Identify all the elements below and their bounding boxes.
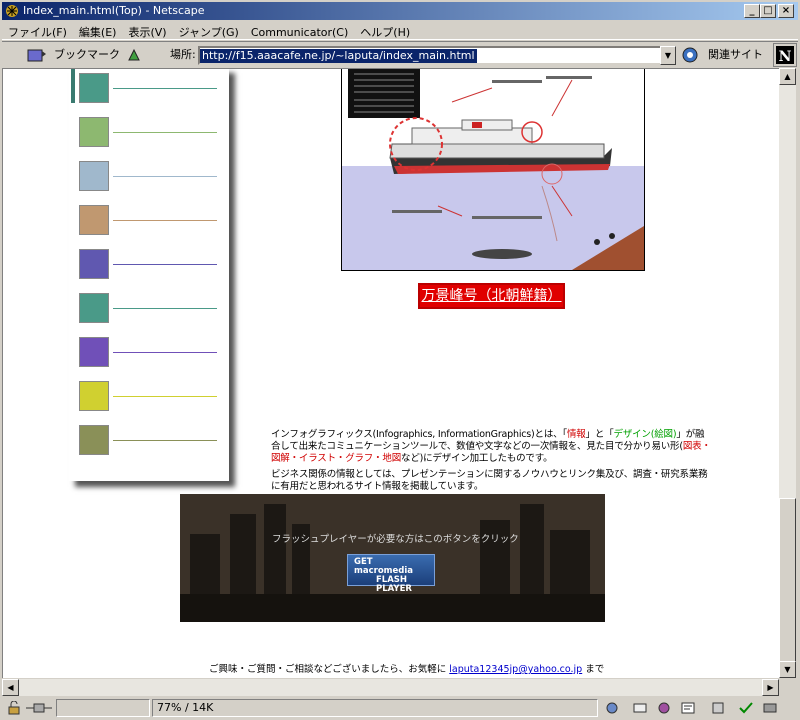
vertical-scrollbar[interactable]: ▲ ▼	[779, 68, 796, 678]
maximize-button[interactable]: □	[760, 4, 776, 18]
check-icon[interactable]	[738, 701, 754, 715]
discussion-icon[interactable]	[656, 701, 672, 715]
flash-button-line3: PLAYER	[376, 584, 412, 594]
url-input[interactable]: http://f15.aaacafe.ne.jp/~laputa/index_m…	[198, 46, 662, 65]
progress-cell	[56, 699, 150, 717]
related-sites-button[interactable]: 関連サイト	[708, 46, 763, 64]
composer-icon[interactable]	[680, 701, 696, 715]
contact-footer: ご興味・ご質問・ご相談などございましたら、お気軽に laputa12345jp@…	[209, 661, 604, 675]
menu-file[interactable]: ファイル(F)	[2, 21, 73, 39]
nav-square-1[interactable]	[79, 73, 109, 103]
nav-line-1	[113, 88, 217, 89]
offline-icon[interactable]	[762, 701, 778, 715]
ship-link-text: 万景峰号（北朝鮮籍）	[421, 288, 562, 304]
nav-square-5[interactable]	[79, 249, 109, 279]
location-icon	[128, 48, 140, 61]
url-dropdown-button[interactable]: ▼	[660, 46, 676, 65]
side-navigation	[69, 69, 229, 481]
nav-line-7	[113, 352, 217, 353]
intro-paragraph: インフォグラフィックス(Infographics, InformationGra…	[271, 429, 711, 465]
intro-text-info: 情報	[567, 429, 586, 440]
menu-edit[interactable]: 編集(E)	[73, 21, 123, 39]
intro-text-design: デザイン(絵図)	[613, 429, 677, 440]
nav-square-2[interactable]	[79, 117, 109, 147]
business-paragraph: ビジネス関係の情報としては、プレゼンテーションに関するノウハウとリンク集及び、調…	[271, 469, 708, 492]
address-book-icon[interactable]	[710, 701, 726, 715]
flash-caption: フラッシュプレイヤーが必要な方はこのボタンをクリック	[272, 534, 519, 545]
status-text: 77% / 14K	[152, 699, 598, 717]
scroll-thumb[interactable]	[779, 498, 796, 676]
intro-text-c: 」と「	[585, 429, 614, 440]
connection-icon	[26, 703, 52, 713]
status-bar: 77% / 14K	[2, 698, 798, 718]
nav-line-3	[113, 176, 217, 177]
mail-icon[interactable]	[632, 701, 648, 715]
scroll-left-button[interactable]: ◀	[2, 679, 19, 696]
nav-square-3[interactable]	[79, 161, 109, 191]
scroll-down-button[interactable]: ▼	[779, 661, 796, 678]
nav-line-2	[113, 132, 217, 133]
get-flash-player-button[interactable]: GET macromedia FLASH PLAYER	[347, 554, 435, 594]
netscape-window: Index_main.html(Top) - Netscape _ □ × ファ…	[0, 0, 800, 720]
nav-line-6	[113, 308, 217, 309]
menu-go[interactable]: ジャンプ(G)	[173, 21, 245, 39]
ship-infographic	[341, 69, 645, 271]
nav-line-9	[113, 440, 217, 441]
intro-text-a: インフォグラフィックス(Infographics, InformationGra…	[271, 429, 567, 440]
network-icon[interactable]	[604, 701, 620, 715]
netscape-app-icon	[6, 5, 18, 17]
bookmark-icon[interactable]	[26, 47, 48, 63]
flash-banner: フラッシュプレイヤーが必要な方はこのボタンをクリック GET macromedi…	[180, 494, 605, 622]
url-text: http://f15.aaacafe.ne.jp/~laputa/index_m…	[200, 49, 477, 63]
nav-line-4	[113, 220, 217, 221]
page-content: 万景峰号（北朝鮮籍） インフォグラフィックス(Infographics, Inf…	[2, 68, 779, 678]
footer-suffix: まで	[585, 664, 605, 675]
ship-link[interactable]: 万景峰号（北朝鮮籍）	[417, 282, 566, 310]
flash-button-line1: GET macromedia	[354, 557, 414, 576]
scroll-up-button[interactable]: ▲	[779, 68, 796, 85]
nav-square-7[interactable]	[79, 337, 109, 367]
related-icon[interactable]	[682, 47, 698, 63]
menu-communicator[interactable]: Communicator(C)	[245, 23, 354, 41]
netscape-logo: N	[773, 43, 797, 67]
bookmarks-button[interactable]: ブックマーク	[54, 46, 120, 64]
nav-square-4[interactable]	[79, 205, 109, 235]
nav-line-5	[113, 264, 217, 265]
scroll-right-button[interactable]: ▶	[762, 679, 779, 696]
menu-view[interactable]: 表示(V)	[122, 21, 172, 39]
location-toolbar: ブックマーク 場所: http://f15.aaacafe.ne.jp/~lap…	[2, 41, 798, 67]
title-bar: Index_main.html(Top) - Netscape _ □ ×	[2, 2, 798, 20]
email-link[interactable]: laputa12345jp@yahoo.co.jp	[449, 664, 582, 675]
footer-text: ご興味・ご質問・ご相談などございましたら、お気軽に	[209, 664, 447, 675]
ship-illustration	[342, 69, 644, 270]
nav-square-9[interactable]	[79, 425, 109, 455]
menu-help[interactable]: ヘルプ(H)	[354, 21, 416, 39]
horizontal-scrollbar[interactable]: ◀ ▶	[2, 679, 779, 696]
window-title: Index_main.html(Top) - Netscape	[23, 4, 205, 17]
menu-bar: ファイル(F) 編集(E) 表示(V) ジャンプ(G) Communicator(C) ヘ…	[2, 21, 798, 40]
nav-square-8[interactable]	[79, 381, 109, 411]
close-button[interactable]: ×	[778, 4, 794, 18]
intro-text-g: など)にデザイン加工したものです。	[401, 453, 553, 464]
security-lock-icon[interactable]	[6, 701, 22, 715]
location-label: 場所:	[170, 48, 196, 61]
nav-line-8	[113, 396, 217, 397]
nav-square-6[interactable]	[79, 293, 109, 323]
active-marker	[71, 69, 75, 103]
minimize-button[interactable]: _	[744, 4, 760, 18]
